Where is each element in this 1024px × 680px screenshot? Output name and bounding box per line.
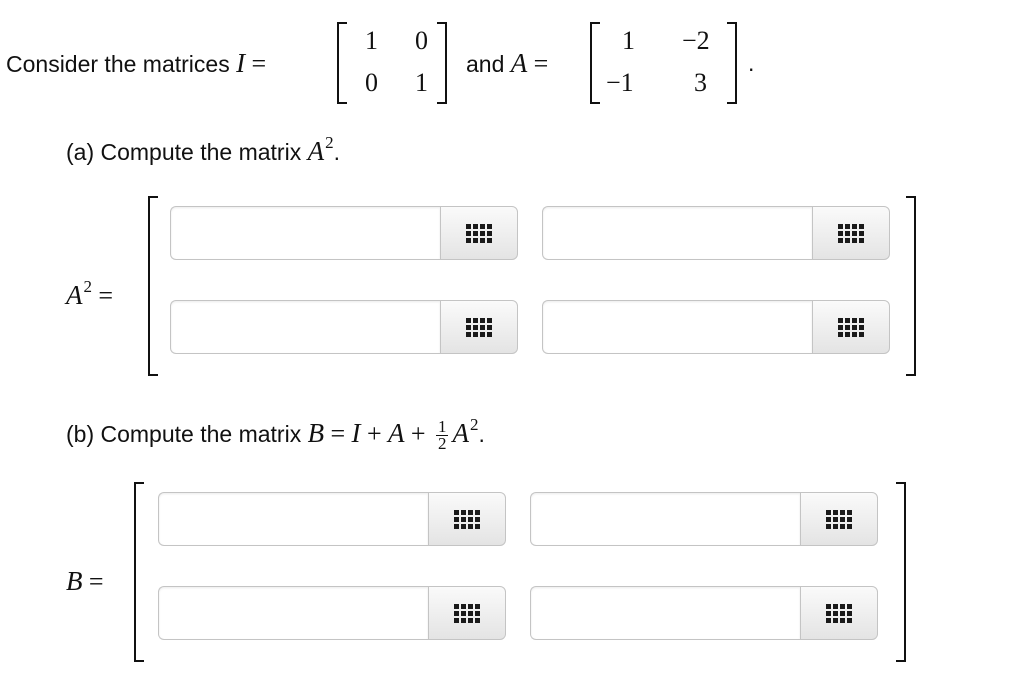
part-b-fraction: 12 [435, 418, 449, 454]
part-b-right-bracket [896, 482, 906, 662]
part-b-cell-10 [158, 586, 506, 642]
part-b-lhs-symbol: B [66, 566, 83, 596]
part-a-lhs: A2 = [66, 277, 114, 311]
matrix-I-cell-11: 1 [415, 68, 428, 97]
part-a-input-01[interactable] [542, 206, 812, 260]
part-a-lhs-symbol: A [66, 280, 83, 310]
part-b-equals: = [330, 419, 346, 448]
part-b-lhs: B = [66, 566, 104, 597]
intro-equals-2: = [533, 49, 549, 78]
part-a-input-11[interactable] [542, 300, 812, 354]
part-a-exponent: 2 [325, 133, 334, 152]
keypad-grid-icon [838, 317, 864, 337]
part-a-right-bracket [906, 196, 916, 376]
matrix-I-symbol: I [236, 48, 246, 78]
matrix-A-right-bracket [727, 22, 737, 104]
part-b-keypad-button-11[interactable] [800, 586, 878, 640]
part-b-period: . [478, 421, 485, 447]
keypad-grid-icon [454, 509, 480, 529]
part-a-lhs-exponent: 2 [83, 277, 93, 296]
part-a-lhs-equals: = [98, 281, 114, 310]
matrix-A-cell-00: 1 [622, 26, 635, 55]
part-a-keypad-button-01[interactable] [812, 206, 890, 260]
matrix-I-cell-00: 1 [365, 26, 378, 55]
part-a-keypad-button-00[interactable] [440, 206, 518, 260]
part-a-prompt: (a) Compute the matrix A2. [66, 133, 340, 167]
matrix-I-right-bracket [437, 22, 447, 104]
part-b-fraction-denominator: 2 [437, 434, 447, 454]
part-a-symbol: A [307, 136, 325, 166]
matrix-I-cell-10: 0 [365, 68, 378, 97]
intro-and: and [466, 51, 505, 77]
keypad-grid-icon [838, 223, 864, 243]
part-b-I: I [351, 418, 361, 448]
intro-equals-1: = [251, 49, 267, 78]
part-a-cell-00 [170, 206, 518, 262]
part-b-cell-00 [158, 492, 506, 548]
part-b-prompt: (b) Compute the matrix B = I + A + 1 2 A2. [66, 415, 485, 454]
part-a-input-10[interactable] [170, 300, 440, 354]
keypad-grid-icon [466, 223, 492, 243]
part-b-plus-1: + [366, 419, 382, 448]
part-b-A: A [388, 418, 405, 448]
keypad-grid-icon [466, 317, 492, 337]
part-b-plus-2: + [410, 419, 426, 448]
intro-period: . [748, 50, 755, 76]
keypad-grid-icon [454, 603, 480, 623]
part-a-label: (a) Compute the matrix [66, 139, 302, 165]
keypad-grid-icon [826, 603, 852, 623]
matrix-A-left-bracket [590, 22, 600, 104]
matrix-A-cell-10: −1 [606, 68, 634, 97]
part-b-keypad-button-01[interactable] [800, 492, 878, 546]
part-a-cell-10 [170, 300, 518, 356]
part-b-keypad-button-10[interactable] [428, 586, 506, 640]
part-b-lhs-equals: = [88, 567, 104, 596]
keypad-grid-icon [826, 509, 852, 529]
part-b-input-11[interactable] [530, 586, 800, 640]
matrix-A-cell-11: 3 [694, 68, 707, 97]
matrix-A-cell-01: −2 [682, 26, 710, 55]
matrix-I-left-bracket [337, 22, 347, 104]
part-b-input-00[interactable] [158, 492, 428, 546]
part-a-input-00[interactable] [170, 206, 440, 260]
part-a-period: . [333, 139, 340, 165]
part-b-keypad-button-00[interactable] [428, 492, 506, 546]
matrix-I-cell-01: 0 [415, 26, 428, 55]
part-b-left-bracket [134, 482, 144, 662]
intro-line: Consider the matrices I = [6, 48, 266, 79]
part-a-cell-01 [542, 206, 890, 262]
part-b-B: B [307, 418, 325, 448]
matrix-A-symbol: A [510, 48, 528, 78]
part-b-label: (b) Compute the matrix [66, 421, 302, 447]
intro-and-line: and A = [466, 48, 548, 79]
part-a-keypad-button-10[interactable] [440, 300, 518, 354]
part-b-input-10[interactable] [158, 586, 428, 640]
part-a-left-bracket [148, 196, 158, 376]
part-b-A2-symbol: A [452, 418, 469, 448]
intro-text: Consider the matrices [6, 51, 230, 77]
part-b-A2-exponent: 2 [469, 415, 479, 434]
part-b-cell-11 [530, 586, 878, 642]
part-a-keypad-button-11[interactable] [812, 300, 890, 354]
part-a-cell-11 [542, 300, 890, 356]
part-b-cell-01 [530, 492, 878, 548]
part-b-input-01[interactable] [530, 492, 800, 546]
